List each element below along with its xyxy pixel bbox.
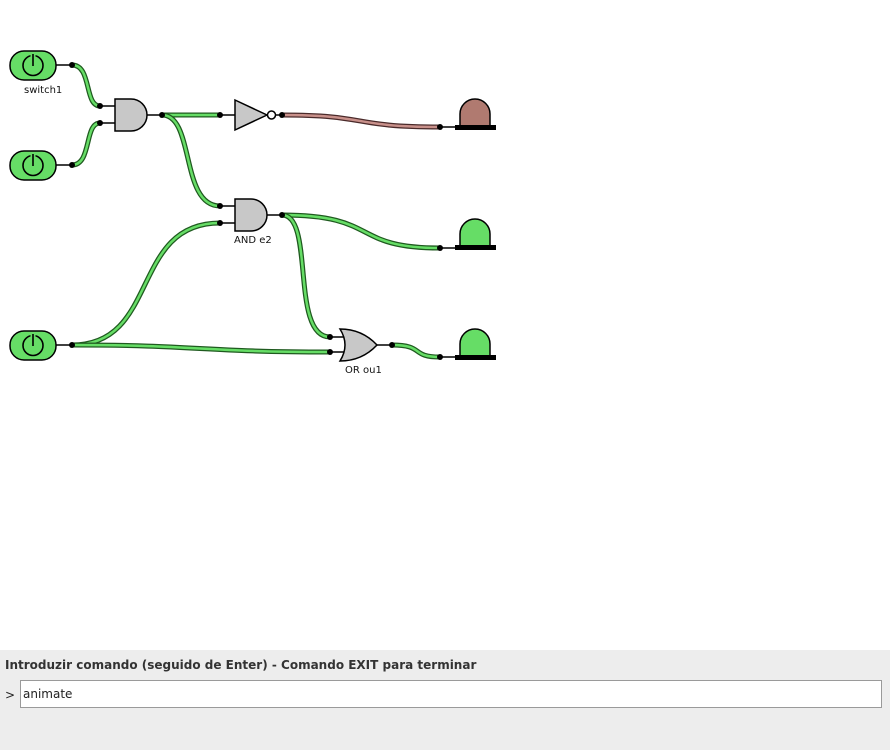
wire-e2-ou1: [281, 212, 331, 340]
wire-switch3-ou1: [71, 342, 331, 355]
wire-switch3-e2: [71, 220, 221, 348]
and-gate-1[interactable]: [100, 98, 162, 132]
led-1: [440, 98, 496, 130]
switch-switch1[interactable]: [9, 50, 72, 81]
wire-not1-led1: [281, 112, 441, 130]
or-gate-ou1[interactable]: [330, 328, 392, 362]
wire-e2-led2: [281, 212, 441, 251]
circuit-diagram: switch1 AND e2 OR ou1: [9, 50, 496, 376]
led-3: [440, 328, 496, 360]
command-input[interactable]: [20, 680, 882, 708]
and-gate-e2[interactable]: [220, 198, 282, 232]
switch1-label: switch1: [24, 85, 62, 96]
command-console: Introduzir comando (seguido de Enter) - …: [0, 650, 890, 750]
console-instruction: Introduzir comando (seguido de Enter) - …: [5, 658, 477, 672]
wire-switch2-and1: [71, 120, 101, 168]
prompt-symbol: >: [5, 688, 16, 702]
switch-switch3[interactable]: [9, 330, 72, 361]
and-e2-label: AND e2: [234, 235, 272, 246]
wire-and1-e2: [161, 112, 221, 209]
switch-switch2[interactable]: [9, 150, 72, 181]
wire-ou1-led3: [391, 342, 441, 360]
wire-switch1-and1: [71, 62, 101, 109]
or-ou1-label: OR ou1: [345, 365, 382, 376]
circuit-canvas: switch1 AND e2 OR ou1: [0, 0, 890, 650]
not-gate-1[interactable]: [220, 98, 282, 132]
led-2: [440, 218, 496, 250]
